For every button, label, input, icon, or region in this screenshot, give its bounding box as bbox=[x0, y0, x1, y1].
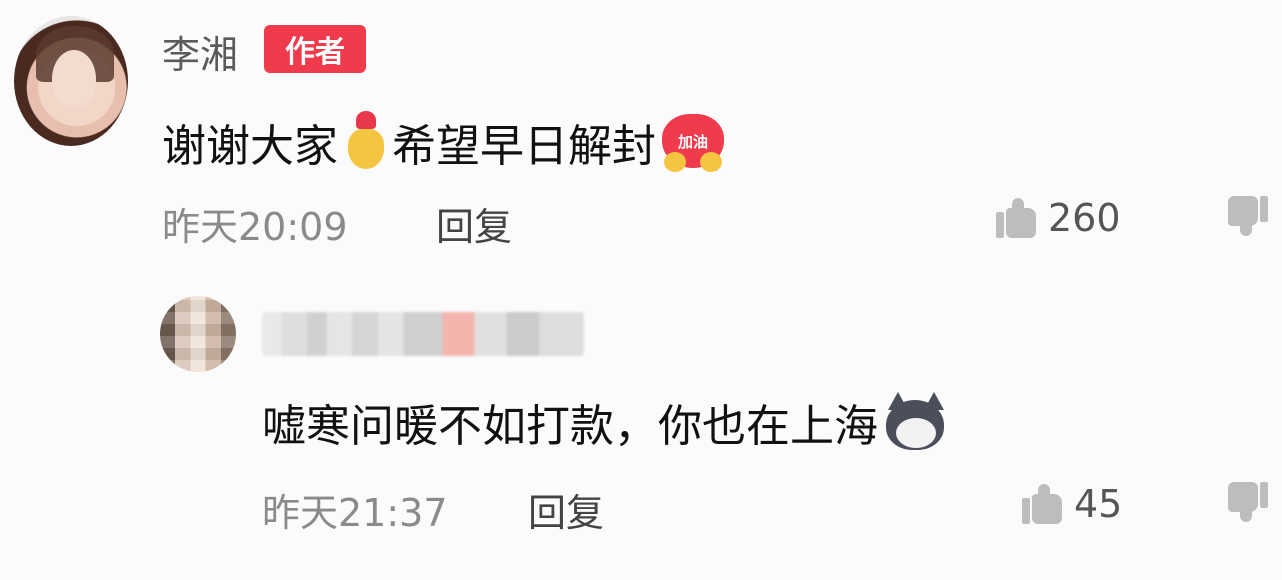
reply-button[interactable]: 回复 bbox=[436, 196, 512, 251]
comment-text: 谢谢大家 希望早日解封 加油 bbox=[162, 110, 724, 174]
reply-button[interactable]: 回复 bbox=[528, 482, 604, 537]
author-badge: 作者 bbox=[264, 25, 366, 73]
reply-author-name-blurred[interactable] bbox=[262, 312, 584, 356]
dislike-button[interactable] bbox=[1226, 482, 1268, 522]
reply-avatar[interactable] bbox=[160, 296, 236, 372]
avatar-face bbox=[52, 50, 96, 108]
thumbs-up-icon bbox=[996, 198, 1038, 238]
comment-text-part-2: 希望早日解封 bbox=[392, 121, 656, 172]
dislike-button[interactable] bbox=[1226, 196, 1268, 236]
like-count: 45 bbox=[1074, 482, 1123, 526]
author-avatar[interactable] bbox=[14, 16, 128, 146]
reply-text: 嘘寒问暖不如打款，你也在上海 bbox=[262, 390, 948, 454]
husky-dog-icon bbox=[882, 392, 948, 452]
reply-time: 昨天21:37 bbox=[262, 491, 448, 535]
comment-text-part-1: 谢谢大家 bbox=[162, 121, 338, 172]
thumbs-down-icon bbox=[1226, 196, 1268, 236]
thumbs-up-icon bbox=[1022, 484, 1064, 524]
like-count: 260 bbox=[1048, 196, 1121, 240]
reply-text-content: 嘘寒问暖不如打款，你也在上海 bbox=[262, 401, 878, 452]
thumbs-down-icon bbox=[1226, 482, 1268, 522]
jiayou-heart-icon: 加油 bbox=[662, 114, 724, 172]
author-name[interactable]: 李湘 bbox=[162, 24, 238, 79]
like-button[interactable]: 45 bbox=[1022, 482, 1122, 526]
heart-hand-icon bbox=[344, 111, 388, 173]
like-button[interactable]: 260 bbox=[996, 196, 1121, 240]
comment-time: 昨天20:09 bbox=[162, 205, 348, 249]
